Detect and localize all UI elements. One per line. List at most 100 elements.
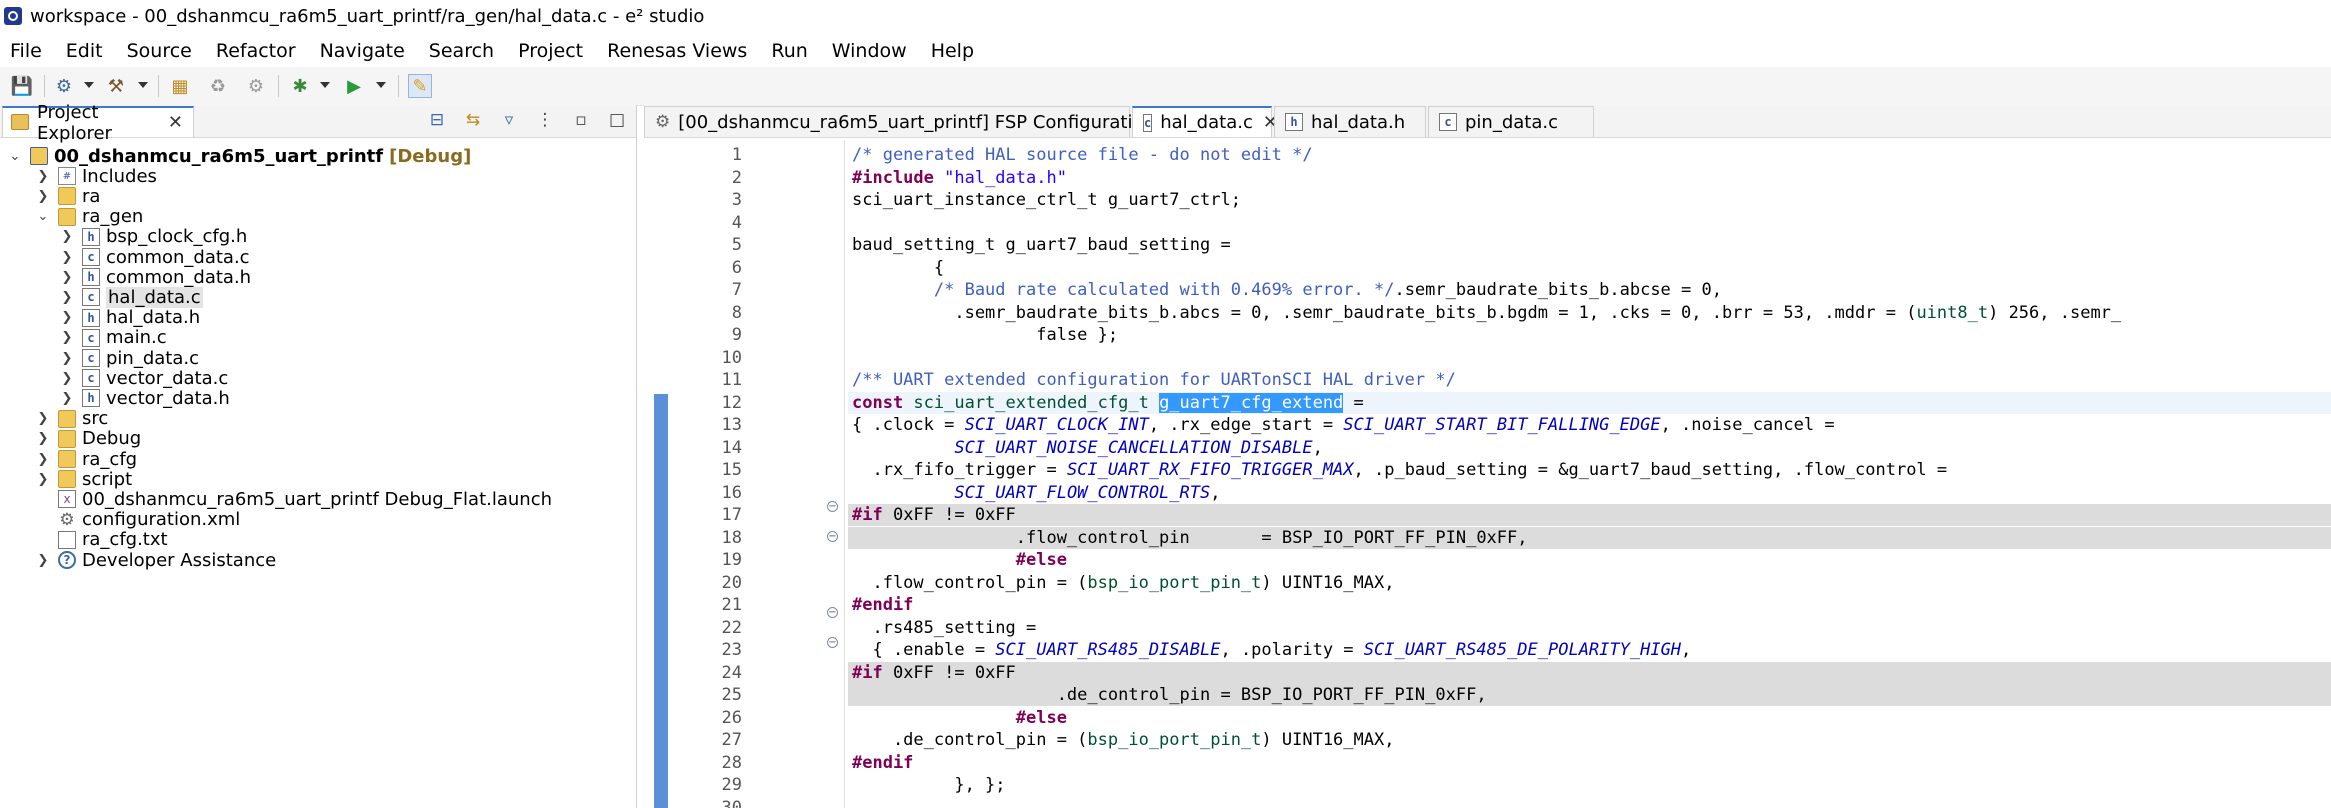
tab-hal-data-c[interactable]: c hal_data.c ✕ <box>1132 106 1278 137</box>
code-string: "hal_data.h" <box>933 167 1067 188</box>
fold-collapse-icon[interactable]: − <box>827 531 838 542</box>
line-number: 21 <box>721 595 742 615</box>
chevron-right-icon[interactable]: ❯ <box>60 310 74 325</box>
chevron-right-icon[interactable]: ❯ <box>60 351 74 366</box>
view-menu-icon[interactable]: ⋮ <box>534 109 556 131</box>
tab-fsp-configuration[interactable]: ⚙ [00_dshanmcu_ra6m5_uart_printf] FSP Co… <box>644 106 1155 137</box>
code-preprocessor: #else <box>1015 707 1067 728</box>
chevron-right-icon[interactable]: ❯ <box>60 270 74 285</box>
minimize-icon[interactable]: ▫ <box>570 109 592 131</box>
chevron-right-icon[interactable]: ❯ <box>36 169 50 184</box>
menu-run[interactable]: Run <box>759 40 819 62</box>
menu-file[interactable]: File <box>0 40 54 62</box>
chevron-right-icon[interactable]: ❯ <box>36 411 50 426</box>
code-line: #endif <box>848 752 2331 774</box>
collapse-all-icon[interactable]: ⊟ <box>426 109 448 131</box>
fold-collapse-icon[interactable]: − <box>827 637 838 648</box>
code-line: .rs485_setting = <box>848 617 2331 639</box>
chevron-down-icon[interactable]: ⌄ <box>8 149 22 164</box>
highlight-pen-icon[interactable]: ✎ <box>408 74 432 98</box>
c-file-icon: c <box>1439 113 1457 131</box>
line-number: 14 <box>721 437 742 458</box>
chevron-down-icon[interactable] <box>320 82 330 88</box>
menu-project[interactable]: Project <box>506 40 595 62</box>
code-type: bsp_io_port_pin_t <box>1087 572 1262 593</box>
tab-project-explorer[interactable]: Project Explorer ✕ <box>2 102 194 144</box>
selected-text[interactable]: g_uart7_cfg_extend <box>1159 392 1344 413</box>
clean-icon[interactable]: ♻ <box>206 74 230 98</box>
code-line-current: const sci_uart_extended_cfg_t g_uart7_cf… <box>848 391 2331 414</box>
chevron-right-icon[interactable]: ❯ <box>60 371 74 386</box>
menu-source[interactable]: Source <box>115 40 204 62</box>
fold-collapse-icon[interactable]: − <box>827 501 838 512</box>
code-editor[interactable]: 1 2 3 4 5 6 7 8 9 10 11 12 13 14 15 16 1… <box>644 140 2331 808</box>
line-number: 25 <box>721 685 742 705</box>
chevron-right-icon[interactable]: ❯ <box>60 229 74 244</box>
line-number: 17 <box>721 505 742 525</box>
chevron-down-icon[interactable] <box>138 82 148 88</box>
menu-search[interactable]: Search <box>417 40 506 62</box>
code-text-span: ) UINT16_MAX, <box>1261 572 1395 593</box>
code-text-span: , .noise_cancel = <box>1660 415 1835 435</box>
code-preprocessor: #if <box>852 505 883 525</box>
build-hammer-icon[interactable]: ⚒ <box>104 74 128 98</box>
chevron-right-icon[interactable]: ❯ <box>36 553 50 568</box>
code-line: sci_uart_instance_ctrl_t g_uart7_ctrl; <box>848 189 2331 211</box>
settings-gear-icon[interactable]: ⚙ <box>244 74 268 98</box>
code-type: sci_uart_extended_cfg_t <box>903 392 1160 413</box>
code-line-inactive: .de_control_pin = BSP_IO_PORT_FF_PIN_0xF… <box>848 684 2331 706</box>
code-text-span: { .enable = <box>852 640 996 660</box>
line-number: 10 <box>721 347 742 368</box>
chevron-down-icon[interactable] <box>84 82 94 88</box>
code-comment: /* Baud rate calculated with 0.469% erro… <box>852 280 1395 300</box>
new-project-icon[interactable]: ▦ <box>168 74 192 98</box>
run-icon[interactable]: ▶ <box>342 74 366 98</box>
tree-item-label: Developer Assistance <box>82 549 277 571</box>
menu-edit[interactable]: Edit <box>54 40 115 62</box>
tab-hal-data-h[interactable]: h hal_data.h <box>1274 106 1426 137</box>
chevron-right-icon[interactable]: ❯ <box>36 472 50 487</box>
code-enum: SCI_UART_START_BIT_FALLING_EDGE <box>1343 415 1661 435</box>
tab-pin-data-c[interactable]: c pin_data.c <box>1428 106 1594 137</box>
save-icon[interactable]: 💾 <box>10 74 34 98</box>
chevron-right-icon[interactable]: ❯ <box>60 250 74 265</box>
build-config-icon[interactable]: ⚙ <box>52 74 76 98</box>
chevron-right-icon[interactable]: ❯ <box>36 452 50 467</box>
menu-window[interactable]: Window <box>820 40 919 62</box>
close-icon[interactable]: ✕ <box>168 112 183 133</box>
chevron-down-icon[interactable]: ⌄ <box>36 209 50 224</box>
code-preprocessor: #endif <box>852 752 914 773</box>
code-preprocessor: #include <box>852 167 934 188</box>
project-explorer-icon <box>11 114 29 130</box>
code-text-span <box>852 438 954 458</box>
code-line: false }; <box>848 324 2331 346</box>
filter-icon[interactable]: ▿ <box>498 109 520 131</box>
line-number: 13 <box>721 415 742 435</box>
tree-item-developer-assistance[interactable]: ❯ ? Developer Assistance <box>36 547 277 573</box>
link-with-editor-icon[interactable]: ⇆ <box>462 109 484 131</box>
debug-bug-icon[interactable]: ✱ <box>288 74 312 98</box>
line-number: 22 <box>721 617 742 638</box>
code-line: baud_setting_t g_uart7_baud_setting = <box>848 234 2331 256</box>
menu-navigate[interactable]: Navigate <box>308 40 417 62</box>
line-number: 16 <box>721 482 742 503</box>
code-line: /* generated HAL source file - do not ed… <box>848 144 2331 166</box>
line-number: 6 <box>731 257 742 278</box>
chevron-right-icon[interactable]: ❯ <box>36 189 50 204</box>
line-number: 3 <box>731 190 742 210</box>
chevron-right-icon[interactable]: ❯ <box>36 431 50 446</box>
fold-collapse-icon[interactable]: − <box>827 607 838 618</box>
chevron-right-icon[interactable]: ❯ <box>60 391 74 406</box>
code-line: .de_control_pin = (bsp_io_port_pin_t) UI… <box>848 729 2331 751</box>
chevron-right-icon[interactable]: ❯ <box>60 330 74 345</box>
code-line: }, }; <box>848 774 2331 796</box>
menu-help[interactable]: Help <box>919 40 986 62</box>
main-toolbar: 💾 ⚙ ⚒ ▦ ♻ ⚙ ✱ ▶ ✎ <box>0 67 2331 106</box>
chevron-down-icon[interactable] <box>376 82 386 88</box>
chevron-right-icon[interactable]: ❯ <box>60 290 74 305</box>
menu-refactor[interactable]: Refactor <box>204 40 308 62</box>
menu-renesas-views[interactable]: Renesas Views <box>595 40 759 62</box>
maximize-icon[interactable]: □ <box>606 109 628 131</box>
help-icon: ? <box>58 551 76 569</box>
code-line: #endif <box>848 594 2331 616</box>
